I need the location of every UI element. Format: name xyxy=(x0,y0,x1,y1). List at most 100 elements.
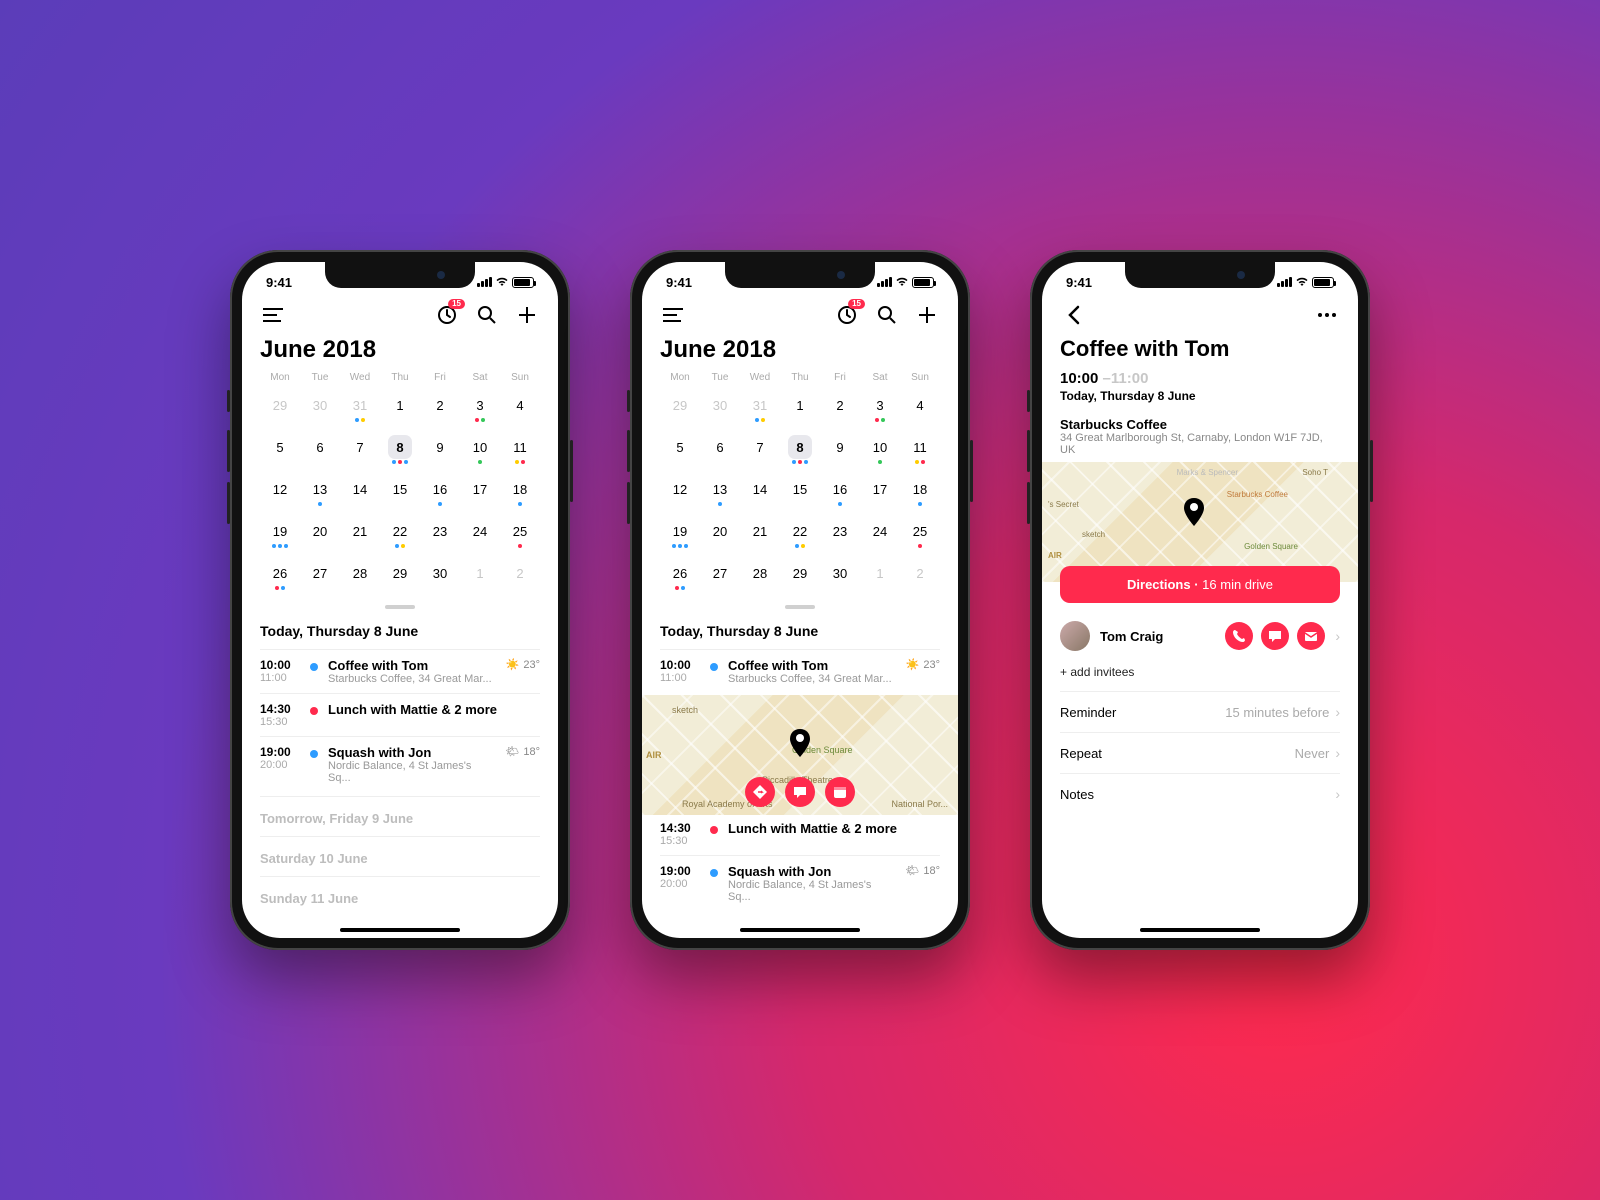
future-day-label[interactable]: Sunday 11 June xyxy=(260,876,540,910)
calendar-day[interactable]: 21 xyxy=(340,515,380,555)
home-indicator[interactable] xyxy=(1140,928,1260,932)
calendar-day[interactable]: 7 xyxy=(340,431,380,471)
calendar-day[interactable]: 16 xyxy=(820,473,860,513)
drag-handle[interactable] xyxy=(785,605,815,609)
repeat-row[interactable]: Repeat Never› xyxy=(1060,732,1340,773)
event-row[interactable]: 14:3015:30 Lunch with Mattie & 2 more xyxy=(260,696,540,734)
event-row[interactable]: 19:0020:00 Squash with JonNordic Balance… xyxy=(260,739,540,790)
notes-row[interactable]: Notes › xyxy=(1060,773,1340,814)
calendar-day[interactable]: 8 xyxy=(380,431,420,471)
back-icon[interactable] xyxy=(1060,302,1086,328)
map-calendar-icon[interactable] xyxy=(825,777,855,807)
calendar-day[interactable]: 24 xyxy=(860,515,900,555)
calendar-grid[interactable]: 2930311234567891011121314151617181920212… xyxy=(260,389,540,597)
calendar-day[interactable]: 29 xyxy=(660,389,700,429)
calendar-day[interactable]: 9 xyxy=(820,431,860,471)
message-icon[interactable] xyxy=(1261,622,1289,650)
calendar-day[interactable]: 15 xyxy=(780,473,820,513)
calendar-day[interactable]: 1 xyxy=(460,557,500,597)
calendar-day[interactable]: 22 xyxy=(380,515,420,555)
event-row[interactable]: 14:3015:30 Lunch with Mattie & 2 more xyxy=(660,815,940,853)
calendar-day[interactable]: 8 xyxy=(780,431,820,471)
more-icon[interactable] xyxy=(1314,302,1340,328)
calendar-day[interactable]: 15 xyxy=(380,473,420,513)
calendar-day[interactable]: 12 xyxy=(660,473,700,513)
calendar-day[interactable]: 16 xyxy=(420,473,460,513)
calendar-day[interactable]: 4 xyxy=(500,389,540,429)
calendar-day[interactable]: 17 xyxy=(460,473,500,513)
calendar-day[interactable]: 29 xyxy=(380,557,420,597)
calendar-day[interactable]: 30 xyxy=(700,389,740,429)
map-directions-icon[interactable] xyxy=(745,777,775,807)
calendar-day[interactable]: 30 xyxy=(820,557,860,597)
map-message-icon[interactable] xyxy=(785,777,815,807)
home-indicator[interactable] xyxy=(340,928,460,932)
calendar-day[interactable]: 27 xyxy=(700,557,740,597)
calendar-day[interactable]: 26 xyxy=(260,557,300,597)
calendar-day[interactable]: 3 xyxy=(460,389,500,429)
calendar-day[interactable]: 27 xyxy=(300,557,340,597)
calendar-day[interactable]: 2 xyxy=(500,557,540,597)
calendar-day[interactable]: 29 xyxy=(260,389,300,429)
future-day-label[interactable]: Saturday 10 June xyxy=(260,836,540,870)
add-icon[interactable] xyxy=(914,302,940,328)
future-day-label[interactable]: Tomorrow, Friday 9 June xyxy=(260,796,540,830)
calendar-day[interactable]: 5 xyxy=(660,431,700,471)
calendar-day[interactable]: 9 xyxy=(420,431,460,471)
calendar-day[interactable]: 3 xyxy=(860,389,900,429)
calendar-day[interactable]: 6 xyxy=(700,431,740,471)
calendar-day[interactable]: 2 xyxy=(900,557,940,597)
call-icon[interactable] xyxy=(1225,622,1253,650)
menu-icon[interactable] xyxy=(260,302,286,328)
add-invitees-button[interactable]: + add invitees xyxy=(1060,657,1340,691)
search-icon[interactable] xyxy=(874,302,900,328)
calendar-day[interactable]: 14 xyxy=(340,473,380,513)
calendar-day[interactable]: 19 xyxy=(660,515,700,555)
reminder-row[interactable]: Reminder 15 minutes before› xyxy=(1060,691,1340,732)
calendar-day[interactable]: 1 xyxy=(380,389,420,429)
event-map[interactable]: sketch Golden Square Piccadilly Theatre … xyxy=(642,695,958,815)
calendar-day[interactable]: 14 xyxy=(740,473,780,513)
calendar-day[interactable]: 4 xyxy=(900,389,940,429)
location-map[interactable]: Soho T Starbucks Coffee 's Secret sketch… xyxy=(1042,462,1358,582)
calendar-day[interactable]: 12 xyxy=(260,473,300,513)
invitee-row[interactable]: Tom Craig › xyxy=(1060,615,1340,657)
calendar-day[interactable]: 31 xyxy=(740,389,780,429)
calendar-day[interactable]: 10 xyxy=(460,431,500,471)
event-row[interactable]: 10:0011:00 Coffee with TomStarbucks Coff… xyxy=(660,652,940,691)
calendar-day[interactable]: 1 xyxy=(780,389,820,429)
calendar-day[interactable]: 28 xyxy=(740,557,780,597)
calendar-grid[interactable]: 2930311234567891011121314151617181920212… xyxy=(660,389,940,597)
calendar-day[interactable]: 23 xyxy=(420,515,460,555)
email-icon[interactable] xyxy=(1297,622,1325,650)
calendar-day[interactable]: 2 xyxy=(820,389,860,429)
calendar-day[interactable]: 20 xyxy=(700,515,740,555)
calendar-day[interactable]: 13 xyxy=(300,473,340,513)
calendar-day[interactable]: 17 xyxy=(860,473,900,513)
drag-handle[interactable] xyxy=(385,605,415,609)
calendar-day[interactable]: 31 xyxy=(340,389,380,429)
menu-icon[interactable] xyxy=(660,302,686,328)
calendar-day[interactable]: 18 xyxy=(500,473,540,513)
add-icon[interactable] xyxy=(514,302,540,328)
calendar-day[interactable]: 26 xyxy=(660,557,700,597)
calendar-day[interactable]: 21 xyxy=(740,515,780,555)
calendar-day[interactable]: 5 xyxy=(260,431,300,471)
calendar-day[interactable]: 11 xyxy=(500,431,540,471)
inbox-icon[interactable]: 15 xyxy=(434,302,460,328)
calendar-day[interactable]: 18 xyxy=(900,473,940,513)
inbox-icon[interactable]: 15 xyxy=(834,302,860,328)
calendar-day[interactable]: 23 xyxy=(820,515,860,555)
calendar-day[interactable]: 28 xyxy=(340,557,380,597)
home-indicator[interactable] xyxy=(740,928,860,932)
search-icon[interactable] xyxy=(474,302,500,328)
calendar-day[interactable]: 1 xyxy=(860,557,900,597)
calendar-day[interactable]: 25 xyxy=(500,515,540,555)
event-row[interactable]: 10:0011:00 Coffee with TomStarbucks Coff… xyxy=(260,652,540,691)
directions-button[interactable]: Directions · 16 min drive xyxy=(1060,566,1340,603)
calendar-day[interactable]: 22 xyxy=(780,515,820,555)
event-row[interactable]: 19:0020:00 Squash with JonNordic Balance… xyxy=(660,858,940,909)
calendar-day[interactable]: 30 xyxy=(420,557,460,597)
calendar-day[interactable]: 13 xyxy=(700,473,740,513)
calendar-day[interactable]: 10 xyxy=(860,431,900,471)
